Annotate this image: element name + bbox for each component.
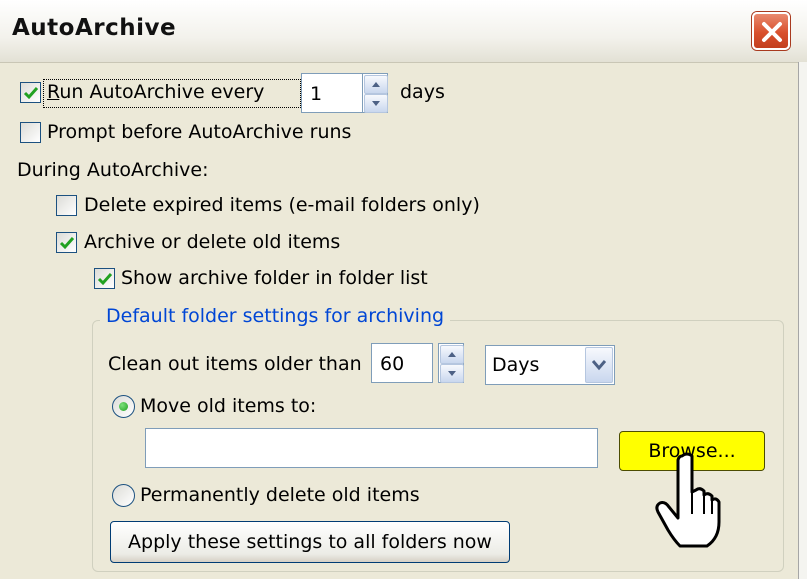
spin-up-icon[interactable] bbox=[364, 75, 388, 94]
window-edge bbox=[798, 62, 807, 579]
window-title: AutoArchive bbox=[12, 15, 177, 41]
run-autoarchive-label-rest: un AutoArchive every bbox=[59, 81, 265, 103]
period-unit-select[interactable]: Days bbox=[485, 345, 615, 385]
close-x-icon bbox=[762, 22, 782, 42]
run-autoarchive-label[interactable]: Run AutoArchive every bbox=[47, 81, 264, 103]
show-archive-folder-label[interactable]: Show archive folder in folder list bbox=[121, 267, 428, 289]
close-button[interactable] bbox=[752, 12, 790, 50]
prompt-before-checkbox[interactable] bbox=[20, 122, 41, 143]
delete-expired-label[interactable]: Delete expired items (e-mail folders onl… bbox=[84, 194, 480, 216]
checkmark-icon bbox=[59, 237, 75, 250]
archive-path-input[interactable] bbox=[145, 428, 598, 468]
during-autoarchive-label: During AutoArchive: bbox=[17, 159, 209, 181]
prompt-before-label[interactable]: Prompt before AutoArchive runs bbox=[47, 121, 351, 143]
run-autoarchive-checkbox[interactable] bbox=[20, 82, 41, 103]
spin-down-icon[interactable] bbox=[440, 364, 464, 383]
clean-out-input[interactable]: 60 bbox=[371, 343, 433, 383]
period-unit-value: Days bbox=[492, 354, 540, 376]
archive-old-checkbox[interactable] bbox=[56, 232, 77, 253]
default-settings-title: Default folder settings for archiving bbox=[100, 305, 451, 327]
delete-expired-checkbox[interactable] bbox=[56, 195, 77, 216]
apply-to-all-folders-button[interactable]: Apply these settings to all folders now bbox=[110, 521, 510, 563]
spin-up-icon[interactable] bbox=[440, 345, 464, 364]
checkmark-icon bbox=[97, 273, 113, 286]
spin-down-icon[interactable] bbox=[364, 94, 388, 113]
show-archive-folder-checkbox[interactable] bbox=[94, 268, 115, 289]
radio-selected-dot bbox=[119, 402, 128, 411]
dropdown-arrow-icon[interactable] bbox=[585, 347, 613, 383]
clean-out-label: Clean out items older than bbox=[108, 353, 362, 375]
run-days-spinner[interactable] bbox=[362, 73, 388, 113]
move-old-label[interactable]: Move old items to: bbox=[140, 395, 316, 417]
move-old-radio[interactable] bbox=[112, 395, 135, 418]
permanently-delete-label[interactable]: Permanently delete old items bbox=[140, 484, 420, 506]
clean-out-spinner[interactable] bbox=[438, 343, 464, 383]
hand-pointer-icon bbox=[652, 450, 722, 555]
checkmark-icon bbox=[23, 87, 39, 100]
archive-old-label[interactable]: Archive or delete old items bbox=[84, 231, 340, 253]
permanently-delete-radio[interactable] bbox=[112, 484, 135, 507]
run-days-input[interactable]: 1 bbox=[301, 73, 363, 113]
days-unit-label: days bbox=[400, 81, 445, 103]
